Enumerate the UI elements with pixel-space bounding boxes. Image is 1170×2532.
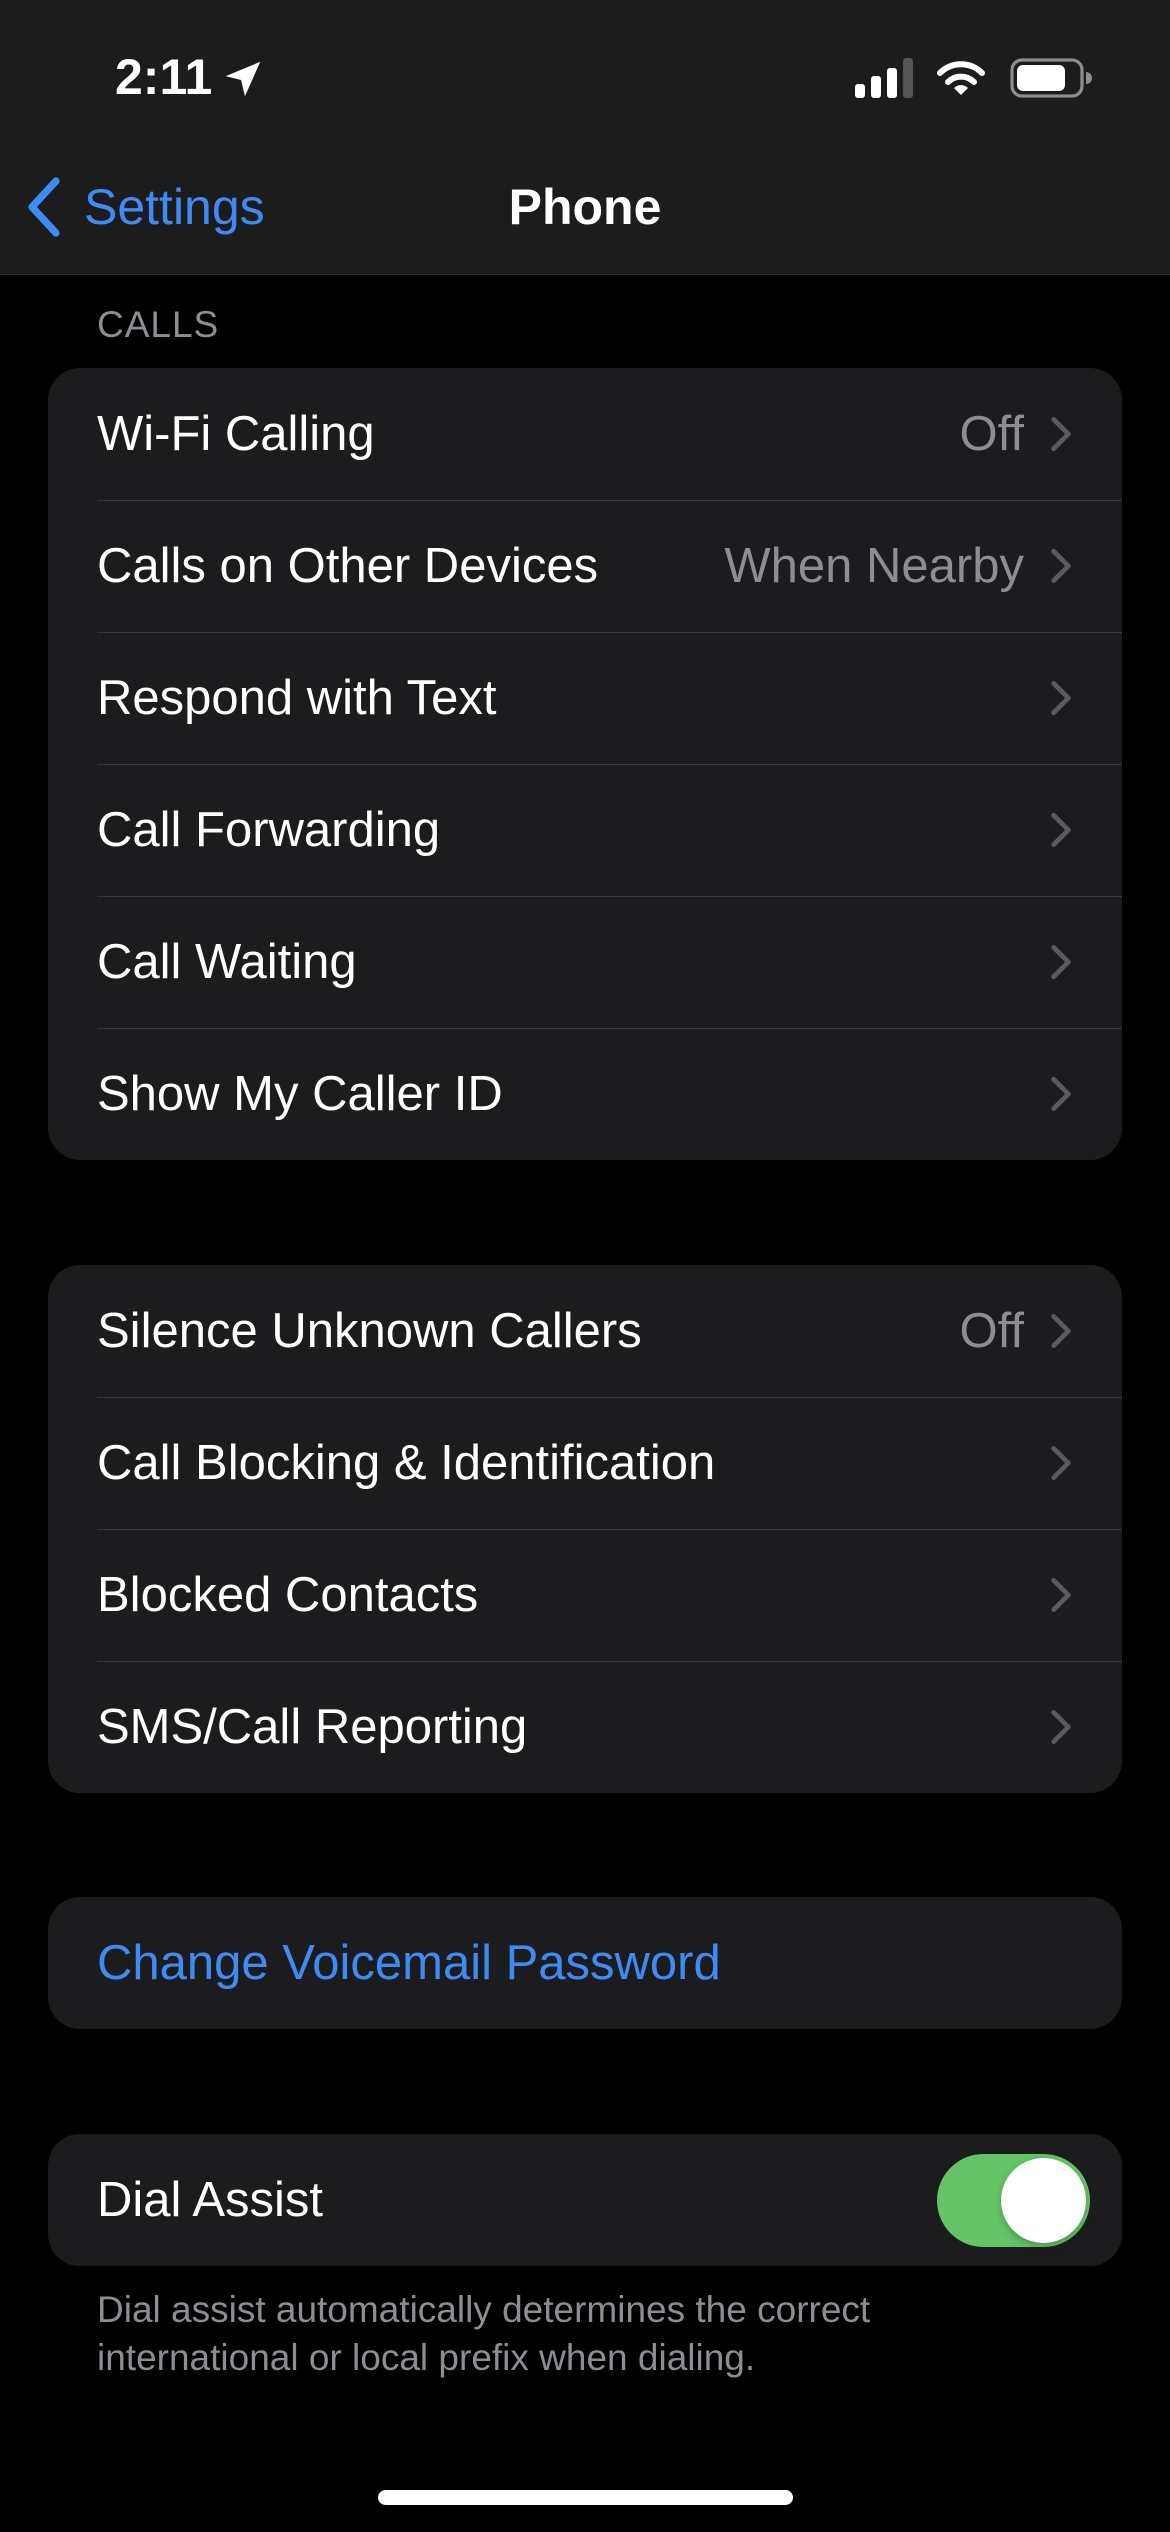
calls-group: Wi-Fi Calling Off Calls on Other Devices… bbox=[48, 368, 1122, 1160]
row-value: Off bbox=[959, 407, 1024, 461]
voicemail-group: Change Voicemail Password bbox=[48, 1897, 1122, 2029]
row-label: Dial Assist bbox=[97, 2173, 324, 2227]
home-indicator[interactable] bbox=[378, 2490, 793, 2505]
row-call-waiting[interactable]: Call Waiting bbox=[48, 896, 1122, 1028]
wifi-icon bbox=[937, 61, 985, 95]
location-arrow-icon bbox=[225, 61, 261, 97]
row-dial-assist: Dial Assist bbox=[48, 2134, 1122, 2266]
status-time: 2:11 bbox=[115, 49, 213, 105]
blocking-group: Silence Unknown Callers Off Call Blockin… bbox=[48, 1265, 1122, 1793]
row-label: Call Waiting bbox=[97, 935, 357, 989]
chevron-right-icon bbox=[1051, 1313, 1071, 1349]
row-label: Silence Unknown Callers bbox=[97, 1304, 642, 1358]
row-silence-unknown-callers[interactable]: Silence Unknown Callers Off bbox=[48, 1265, 1122, 1397]
row-label: Call Blocking & Identification bbox=[97, 1436, 716, 1490]
row-value: Off bbox=[959, 1304, 1024, 1358]
row-label: Respond with Text bbox=[97, 671, 497, 725]
navigation-header: 2:11 Settings Phone bbox=[0, 0, 1170, 275]
dial-assist-toggle[interactable] bbox=[937, 2153, 1090, 2247]
dial-assist-footer: Dial assist automatically determines the… bbox=[97, 2289, 871, 2378]
row-label: SMS/Call Reporting bbox=[97, 1700, 528, 1754]
row-label: Change Voicemail Password bbox=[97, 1936, 721, 1990]
row-label: Call Forwarding bbox=[97, 803, 441, 857]
row-sms-call-reporting[interactable]: SMS/Call Reporting bbox=[48, 1661, 1122, 1793]
row-call-blocking-identification[interactable]: Call Blocking & Identification bbox=[48, 1397, 1122, 1529]
toggle-knob bbox=[1001, 2157, 1086, 2243]
row-label: Blocked Contacts bbox=[97, 1568, 479, 1622]
row-respond-with-text[interactable]: Respond with Text bbox=[48, 632, 1122, 764]
chevron-right-icon bbox=[1051, 680, 1071, 716]
chevron-right-icon bbox=[1051, 944, 1071, 980]
row-label: Calls on Other Devices bbox=[97, 539, 599, 593]
row-label: Show My Caller ID bbox=[97, 1067, 503, 1121]
row-show-my-caller-id[interactable]: Show My Caller ID bbox=[48, 1028, 1122, 1160]
page-title: Phone bbox=[508, 179, 662, 235]
chevron-right-icon bbox=[1051, 1577, 1071, 1613]
row-label: Wi-Fi Calling bbox=[97, 407, 375, 461]
section-header-calls: CALLS bbox=[97, 304, 220, 345]
chevron-right-icon bbox=[1051, 1076, 1071, 1112]
row-value: When Nearby bbox=[724, 539, 1024, 593]
change-voicemail-password-button[interactable]: Change Voicemail Password bbox=[48, 1897, 1122, 2029]
battery-icon bbox=[1010, 58, 1092, 98]
cellular-signal-icon bbox=[855, 58, 913, 98]
chevron-right-icon bbox=[1051, 1709, 1071, 1745]
chevron-right-icon bbox=[1051, 812, 1071, 848]
row-wifi-calling[interactable]: Wi-Fi Calling Off bbox=[48, 368, 1122, 500]
row-calls-on-other-devices[interactable]: Calls on Other Devices When Nearby bbox=[48, 500, 1122, 632]
chevron-right-icon bbox=[1051, 1445, 1071, 1481]
row-blocked-contacts[interactable]: Blocked Contacts bbox=[48, 1529, 1122, 1661]
chevron-right-icon bbox=[1051, 416, 1071, 452]
chevron-right-icon bbox=[1051, 548, 1071, 584]
dial-assist-group: Dial Assist bbox=[48, 2134, 1122, 2266]
row-call-forwarding[interactable]: Call Forwarding bbox=[48, 764, 1122, 896]
